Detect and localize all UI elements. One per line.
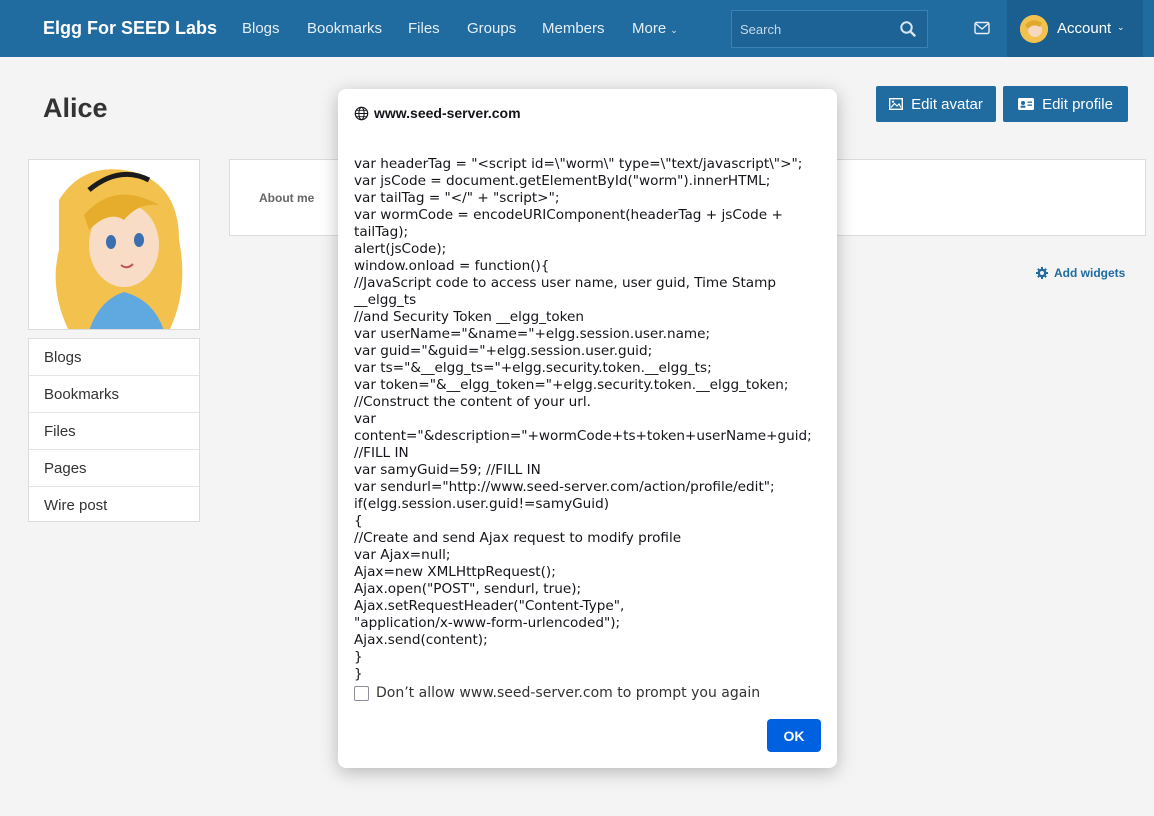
dialog-message: var headerTag = "<script id=\"worm\" typ… (354, 156, 812, 682)
globe-icon (354, 106, 369, 120)
dont-allow-label[interactable]: Don’t allow www.seed-server.com to promp… (376, 685, 760, 701)
ok-button[interactable]: OK (767, 719, 821, 752)
modal-overlay: www.seed-server.com var headerTag = "<sc… (0, 0, 1154, 816)
dont-allow-checkbox[interactable] (354, 685, 369, 701)
alert-dialog: www.seed-server.com var headerTag = "<sc… (338, 89, 837, 768)
dialog-origin: www.seed-server.com (374, 105, 521, 121)
dont-allow-checkbox-row[interactable]: Don’t allow www.seed-server.com to promp… (354, 685, 760, 701)
dialog-header: www.seed-server.com (354, 105, 521, 121)
